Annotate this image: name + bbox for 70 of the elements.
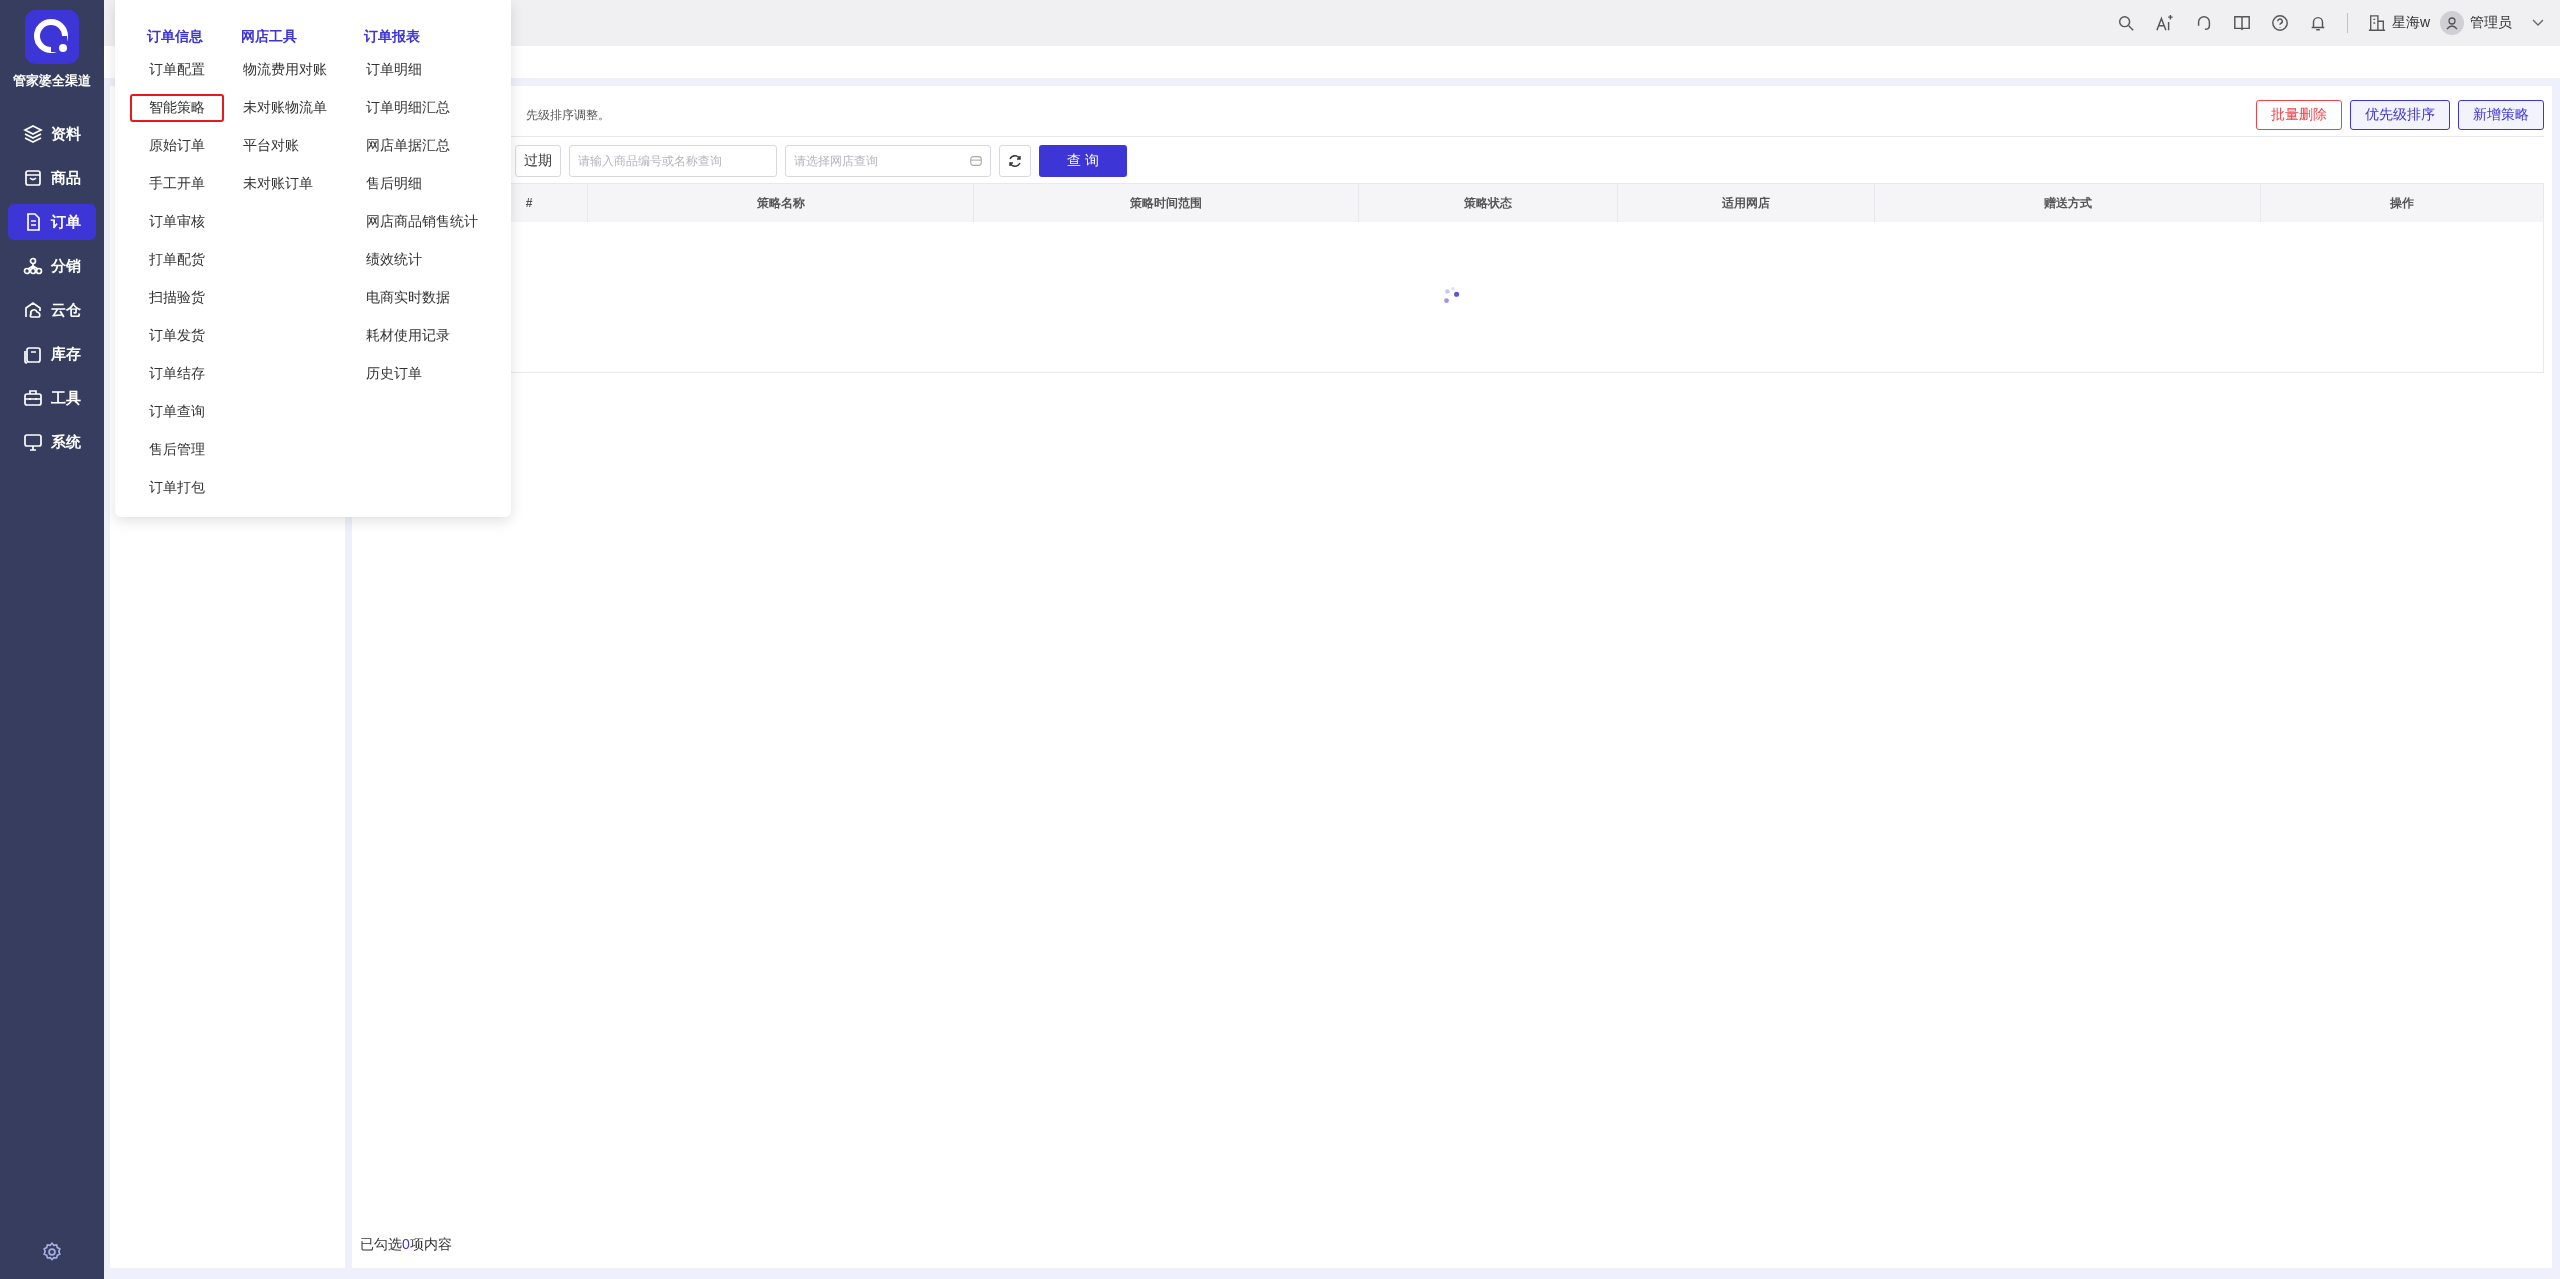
layers-icon bbox=[23, 124, 43, 144]
menu-heading: 订单信息 bbox=[145, 27, 204, 46]
store-name[interactable]: 星海w bbox=[2391, 14, 2430, 32]
building-icon bbox=[2367, 14, 2386, 32]
menu-item[interactable]: 售后管理 bbox=[130, 436, 224, 464]
menu-item[interactable]: 手工开单 bbox=[130, 170, 224, 198]
menu-item[interactable]: 绩效统计 bbox=[347, 246, 441, 274]
menu-item[interactable]: 历史订单 bbox=[347, 360, 441, 388]
store-select-field[interactable]: 请选择网店查询 bbox=[785, 145, 991, 177]
chevron-down-icon[interactable] bbox=[2532, 19, 2544, 27]
menu-item[interactable]: 扫描验货 bbox=[130, 284, 224, 312]
menu-item[interactable]: 订单打包 bbox=[130, 474, 224, 502]
storefront-icon bbox=[23, 168, 43, 188]
menu-item[interactable]: 电商实时数据 bbox=[347, 284, 469, 312]
user-name[interactable]: 管理员 bbox=[2470, 14, 2512, 32]
monitor-icon bbox=[23, 432, 43, 452]
menu-item[interactable]: 订单明细汇总 bbox=[347, 94, 469, 122]
column-header: 策略名称 bbox=[588, 184, 974, 222]
app-logo-icon bbox=[25, 10, 79, 64]
menu-item[interactable]: 平台对账 bbox=[224, 132, 318, 160]
nav-item[interactable]: 订单 bbox=[8, 204, 96, 240]
menu-item[interactable]: 网店单据汇总 bbox=[347, 132, 469, 160]
book-icon[interactable] bbox=[2232, 14, 2251, 32]
menu-item[interactable]: 打单配货 bbox=[130, 246, 224, 274]
column-header: 赠送方式 bbox=[1875, 184, 2261, 222]
menu-heading: 网店工具 bbox=[240, 27, 298, 46]
menu-item[interactable]: 订单发货 bbox=[130, 322, 224, 350]
column-header: 策略时间范围 bbox=[974, 184, 1359, 222]
menu-item[interactable]: 未对账物流单 bbox=[224, 94, 346, 122]
menu-item[interactable]: 原始订单 bbox=[130, 132, 224, 160]
toolbox-icon bbox=[23, 388, 43, 408]
avatar-icon[interactable] bbox=[2440, 11, 2464, 35]
nav-item[interactable]: 工具 bbox=[8, 380, 96, 416]
column-header: 操作 bbox=[2389, 194, 2415, 212]
menu-item[interactable]: 耗材使用记录 bbox=[347, 322, 469, 350]
menu-item[interactable]: 订单明细 bbox=[347, 56, 441, 84]
nav-item[interactable]: 资料 bbox=[8, 116, 96, 152]
menu-item[interactable]: 智能策略 bbox=[130, 94, 224, 122]
ai-sparkle-icon[interactable] bbox=[2154, 14, 2175, 32]
settings-icon[interactable] bbox=[41, 1241, 63, 1263]
action-button[interactable]: 优先级排序 bbox=[2350, 100, 2450, 130]
refresh-button[interactable] bbox=[999, 145, 1031, 177]
column-header: 适用网店 bbox=[1618, 184, 1875, 222]
stacked-pages-icon bbox=[23, 344, 43, 364]
menu-item[interactable]: 未对账订单 bbox=[224, 170, 332, 198]
nav-item[interactable]: 分销 bbox=[8, 248, 96, 284]
action-button[interactable]: 新增策略 bbox=[2458, 100, 2544, 130]
menu-item[interactable]: 物流费用对账 bbox=[224, 56, 346, 84]
menu-item[interactable]: 订单配置 bbox=[130, 56, 224, 84]
nav-item[interactable]: 商品 bbox=[8, 160, 96, 196]
refresh-icon bbox=[1007, 153, 1023, 169]
menu-heading: 订单报表 bbox=[362, 27, 421, 46]
house-cloud-icon bbox=[23, 300, 43, 320]
nav-item[interactable]: 云仓 bbox=[8, 292, 96, 328]
query-button[interactable]: 查 询 bbox=[1039, 145, 1127, 177]
action-button[interactable]: 批量删除 bbox=[2256, 100, 2342, 130]
menu-item[interactable]: 订单审核 bbox=[130, 208, 224, 236]
column-header: 策略状态 bbox=[1359, 184, 1618, 222]
product-search-field[interactable]: 请输入商品编号或名称查询 bbox=[569, 145, 777, 177]
brand-name: 管家婆全渠道 bbox=[13, 72, 91, 90]
menu-item[interactable]: 订单结存 bbox=[130, 360, 224, 388]
network-icon bbox=[23, 256, 43, 276]
search-icon[interactable] bbox=[2116, 14, 2135, 32]
status-button[interactable]: 过期 bbox=[515, 145, 561, 177]
selection-summary: 已勾选0项内容 bbox=[360, 1236, 453, 1254]
nav-item[interactable]: 系统 bbox=[8, 424, 96, 460]
help-icon[interactable] bbox=[2270, 14, 2289, 32]
menu-item[interactable]: 订单查询 bbox=[130, 398, 224, 426]
description-text: 先级排序调整。 bbox=[526, 106, 610, 124]
nav-item[interactable]: 库存 bbox=[8, 336, 96, 372]
